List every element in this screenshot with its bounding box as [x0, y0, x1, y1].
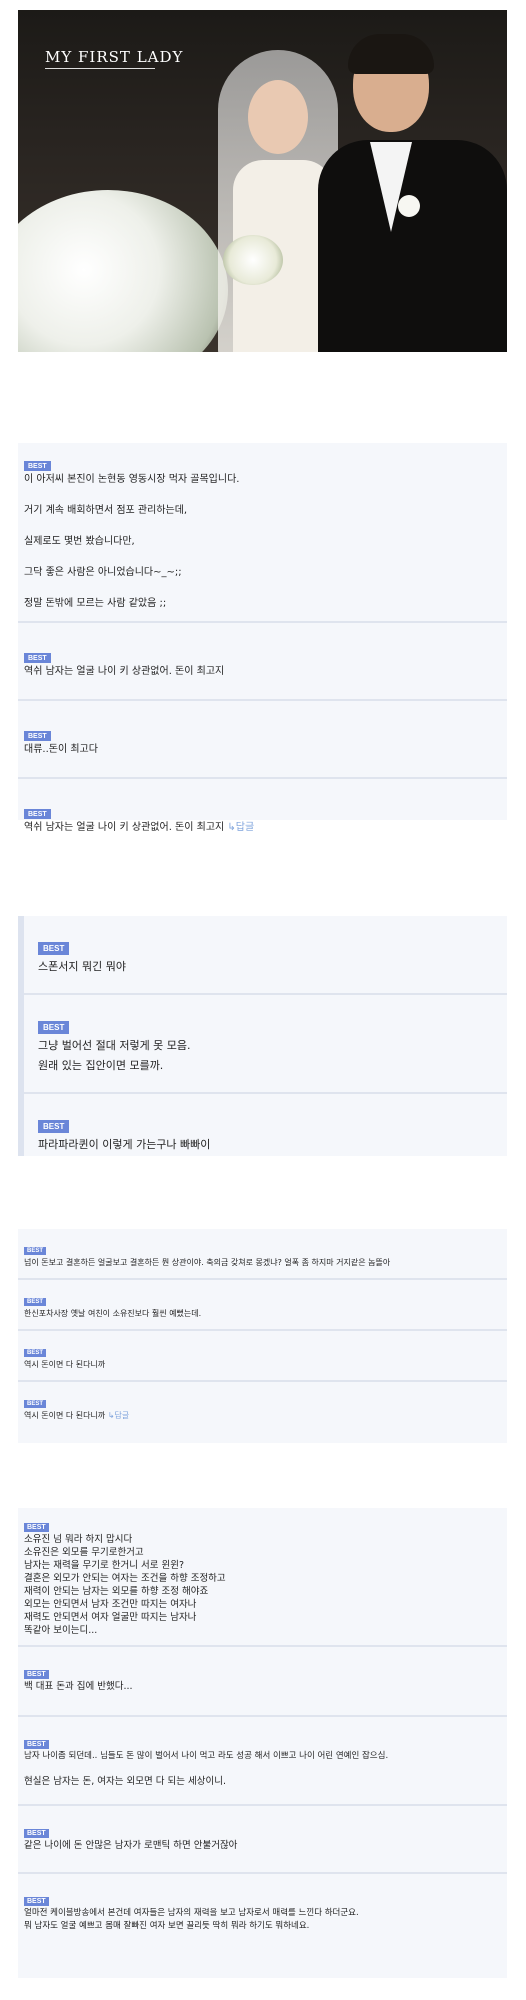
comment-text-content: 역시 돈이면 다 된다니까	[24, 1411, 106, 1420]
comment-text: 남자 나이좀 되던데.. 님들도 돈 많이 벌어서 나이 먹고 라도 성공 해서…	[24, 1751, 389, 1761]
best-badge: BEST	[38, 1120, 70, 1133]
comment-text: 원래 있는 집안이면 모를까.	[38, 1059, 164, 1072]
reply-link[interactable]: ↳답글	[227, 822, 254, 833]
comment-text: 결혼은 외모가 안되는 여자는 조건을 하향 조정하고	[24, 1573, 226, 1584]
comment-item: BEST 넘이 돈보고 결혼하든 얼굴보고 결혼하든 뭔 상관이야. 축의금 갖…	[18, 1229, 507, 1280]
comment-text: 그냥 벌어선 절대 저렇게 못 모음.	[38, 1039, 191, 1052]
best-badge: BEST	[24, 1897, 49, 1906]
boutonniere	[398, 195, 420, 217]
comment-text: 대류..돈이 최고다	[24, 744, 98, 755]
best-comments-panel-2: BEST 스폰서지 뭐긴 뭐야 BEST 그냥 벌어선 절대 저렇게 못 모음.…	[18, 916, 507, 1156]
comment-text: 외모는 안되면서 남자 조건만 따지는 여자나	[24, 1599, 197, 1610]
best-badge: BEST	[24, 1349, 47, 1357]
comment-item: BEST 역시 돈이면 다 된다니까 ↳답글	[18, 1382, 507, 1431]
comment-item: BEST 남자 나이좀 되던데.. 님들도 돈 많이 벌어서 나이 먹고 라도 …	[18, 1717, 507, 1806]
comment-text: 실제로도 몇번 봤습니다만,	[24, 536, 135, 547]
comment-text: 재력이 안되는 남자는 외모를 하향 조정 해야죠	[24, 1586, 209, 1597]
comment-text: 소유진은 외모를 무기로한거고	[24, 1547, 144, 1558]
best-badge: BEST	[24, 1298, 47, 1306]
comment-item: BEST 같은 나이에 돈 안많은 남자가 로맨틱 하면 안불거잖아	[18, 1806, 507, 1874]
comment-text: 역쉬 남자는 얼굴 나이 키 상관없어. 돈이 최고지 ↳답글	[24, 820, 501, 835]
best-comments-panel-1: BEST 이 아저씨 본진이 논현동 영동시장 먹자 골목입니다. 거기 계속 …	[18, 443, 507, 833]
best-badge: BEST	[24, 1247, 47, 1255]
best-badge: BEST	[38, 942, 70, 955]
comment-item: BEST 그냥 벌어선 절대 저렇게 못 모음. 원래 있는 집안이면 모를까.	[24, 995, 507, 1094]
comment-text: 현실은 남자는 돈, 여자는 외모면 다 되는 세상이니.	[24, 1776, 226, 1787]
comment-text: 소유진 넘 뭐라 하지 맙시다	[24, 1534, 133, 1545]
comment-text: 역시 돈이면 다 된다니까	[24, 1360, 106, 1369]
comment-text-content: 역쉬 남자는 얼굴 나이 키 상관없어. 돈이 최고지	[24, 822, 225, 833]
best-comments-panel-4: BEST 소유진 넘 뭐라 하지 맙시다 소유진은 외모를 무기로한거고 남자는…	[18, 1508, 507, 1978]
comment-text: 한신포차사장 옛날 여친이 소유진보다 훨씬 예뻤는데.	[24, 1309, 202, 1318]
bride-face	[248, 80, 308, 154]
logo-underline	[45, 68, 155, 69]
best-badge: BEST	[24, 1829, 49, 1838]
comment-item: BEST 역쉬 남자는 얼굴 나이 키 상관없어. 돈이 최고지 ↳답글	[18, 779, 507, 849]
comment-text: 넘이 돈보고 결혼하든 얼굴보고 결혼하든 뭔 상관이야. 축의금 갖쳐로 몽겠…	[24, 1258, 391, 1267]
comment-text: 같은 나이에 돈 안많은 남자가 로맨틱 하면 안불거잖아	[24, 1840, 238, 1851]
best-badge: BEST	[24, 461, 51, 471]
comment-item: BEST 대류..돈이 최고다	[18, 701, 507, 779]
comment-text: 재력도 안되면서 여자 얼굴만 따지는 남자나	[24, 1612, 197, 1623]
reply-link[interactable]: ↳답글	[108, 1411, 129, 1420]
comment-text: 뭐 남자도 얼굴 예쁘고 몸매 잘빠진 여자 보면 끌리듯 딱히 뭐라 하기도 …	[24, 1921, 310, 1931]
comment-text: 얼마전 케이블방송에서 본건데 여자들은 남자의 재력을 보고 남자로서 매력를…	[24, 1908, 359, 1918]
comment-text: 정말 돈밖에 모르는 사람 같았음 ;;	[24, 598, 167, 609]
comment-item: BEST 소유진 넘 뭐라 하지 맙시다 소유진은 외모를 무기로한거고 남자는…	[18, 1508, 507, 1647]
comment-text: 파라파라퀸이 이렇게 가는구나 빠빠이	[38, 1138, 211, 1151]
best-badge: BEST	[24, 1740, 49, 1749]
comment-item: BEST 백 대표 돈과 집에 반했다...	[18, 1647, 507, 1717]
comment-text: 이 아저씨 본진이 논현동 영동시장 먹자 골목입니다.	[24, 474, 240, 485]
comment-text: 스폰서지 뭐긴 뭐야	[38, 960, 126, 973]
best-badge: BEST	[24, 1523, 49, 1532]
comment-text: 백 대표 돈과 집에 반했다...	[24, 1681, 133, 1692]
comment-item: BEST 이 아저씨 본진이 논현동 영동시장 먹자 골목입니다. 거기 계속 …	[18, 443, 507, 623]
show-logo: MY FIRST LADY	[45, 48, 184, 66]
comment-item: BEST 스폰서지 뭐긴 뭐야	[24, 916, 507, 995]
best-comments-panel-3: BEST 넘이 돈보고 결혼하든 얼굴보고 결혼하든 뭔 상관이야. 축의금 갖…	[18, 1229, 507, 1443]
comment-item: BEST 역시 돈이면 다 된다니까	[18, 1331, 507, 1382]
wedding-photo: MY FIRST LADY	[18, 10, 507, 352]
best-badge: BEST	[24, 1400, 47, 1408]
comment-text: 역쉬 남자는 얼굴 나이 키 상관없어. 돈이 최고지	[24, 666, 225, 677]
comment-text: 역시 돈이면 다 된다니까 ↳답글	[24, 1409, 501, 1422]
best-badge: BEST	[38, 1021, 70, 1034]
comment-text: 거기 계속 배회하면서 점포 관리하는데,	[24, 505, 188, 516]
comment-item: BEST 한신포차사장 옛날 여친이 소유진보다 훨씬 예뻤는데.	[18, 1280, 507, 1331]
comment-text: 남자는 재력을 무기로 한거니 서로 윈윈?	[24, 1560, 184, 1571]
groom-hair	[348, 34, 434, 74]
best-badge: BEST	[24, 731, 51, 741]
flower-bouquet-foreground	[18, 190, 228, 352]
best-badge: BEST	[24, 809, 51, 819]
comment-item: BEST 파라파라퀸이 이렇게 가는구나 빠빠이	[24, 1094, 507, 1171]
comment-text: 똑같아 보이는디...	[24, 1625, 98, 1636]
best-badge: BEST	[24, 1670, 49, 1679]
comment-item: BEST 얼마전 케이블방송에서 본건데 여자들은 남자의 재력을 보고 남자로…	[18, 1874, 507, 1941]
comment-item: BEST 역쉬 남자는 얼굴 나이 키 상관없어. 돈이 최고지	[18, 623, 507, 701]
comment-text: 그닥 좋은 사람은 아니었습니다~_~;;	[24, 567, 182, 578]
groom-suit	[318, 140, 507, 352]
best-badge: BEST	[24, 653, 51, 663]
bridal-bouquet	[223, 235, 283, 285]
